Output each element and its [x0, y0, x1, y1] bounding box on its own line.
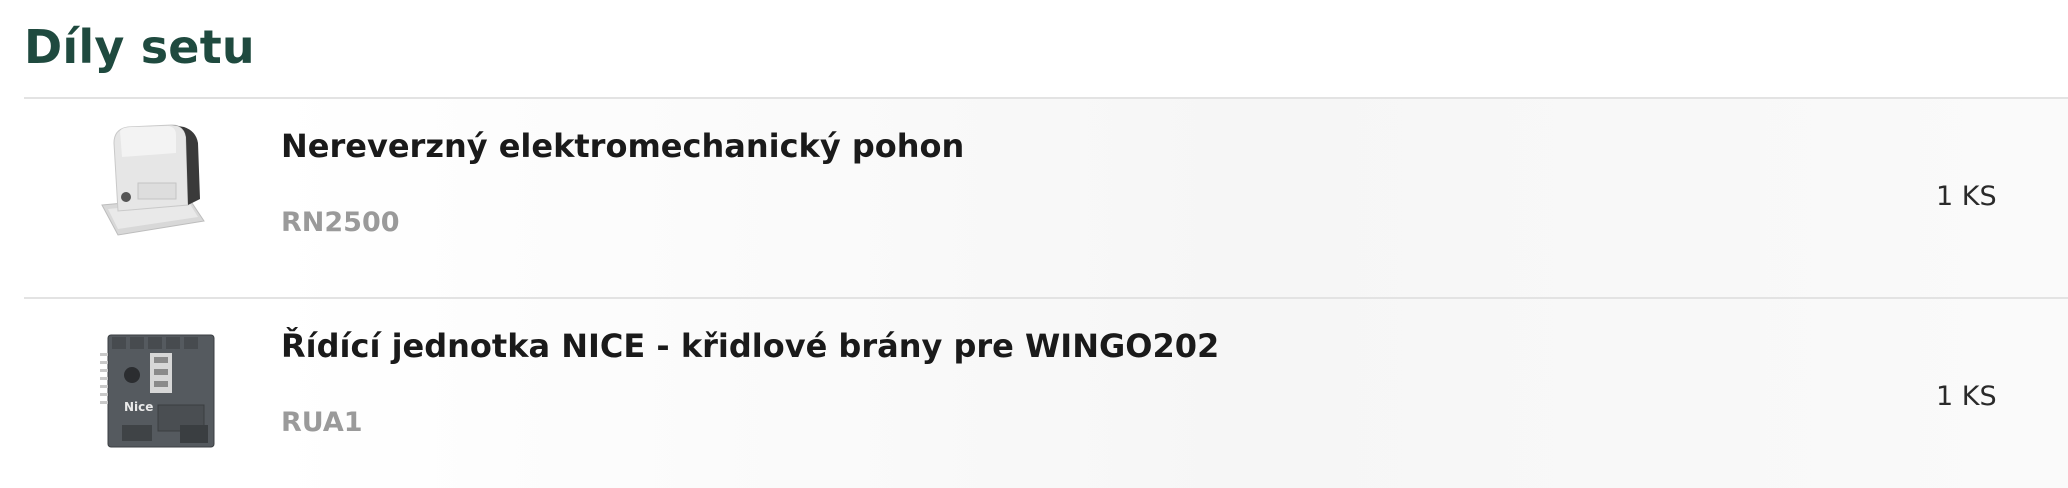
gate-motor-image[interactable] [88, 113, 228, 253]
part-name[interactable]: Nereverzný elektromechanický pohon [281, 125, 964, 167]
part-row[interactable]: Nice Řídící jednotka NICE - křidlové brá… [24, 297, 2068, 488]
section-title: Díly setu [24, 20, 255, 74]
part-row[interactable]: Nereverzný elektromechanický pohon RN250… [24, 97, 2068, 297]
control-unit-image[interactable]: Nice [88, 313, 228, 453]
part-quantity: 1 KS [1936, 381, 1997, 412]
part-code: RUA1 [281, 407, 363, 438]
part-code: RN2500 [281, 207, 400, 238]
parts-list: Nereverzný elektromechanický pohon RN250… [24, 97, 2068, 488]
svg-text:Nice: Nice [124, 400, 153, 414]
part-quantity: 1 KS [1936, 181, 1997, 212]
part-name[interactable]: Řídící jednotka NICE - křidlové brány pr… [281, 325, 1219, 367]
set-parts-page: Díly setu Nereverzný elektromechanický p… [0, 0, 2068, 488]
